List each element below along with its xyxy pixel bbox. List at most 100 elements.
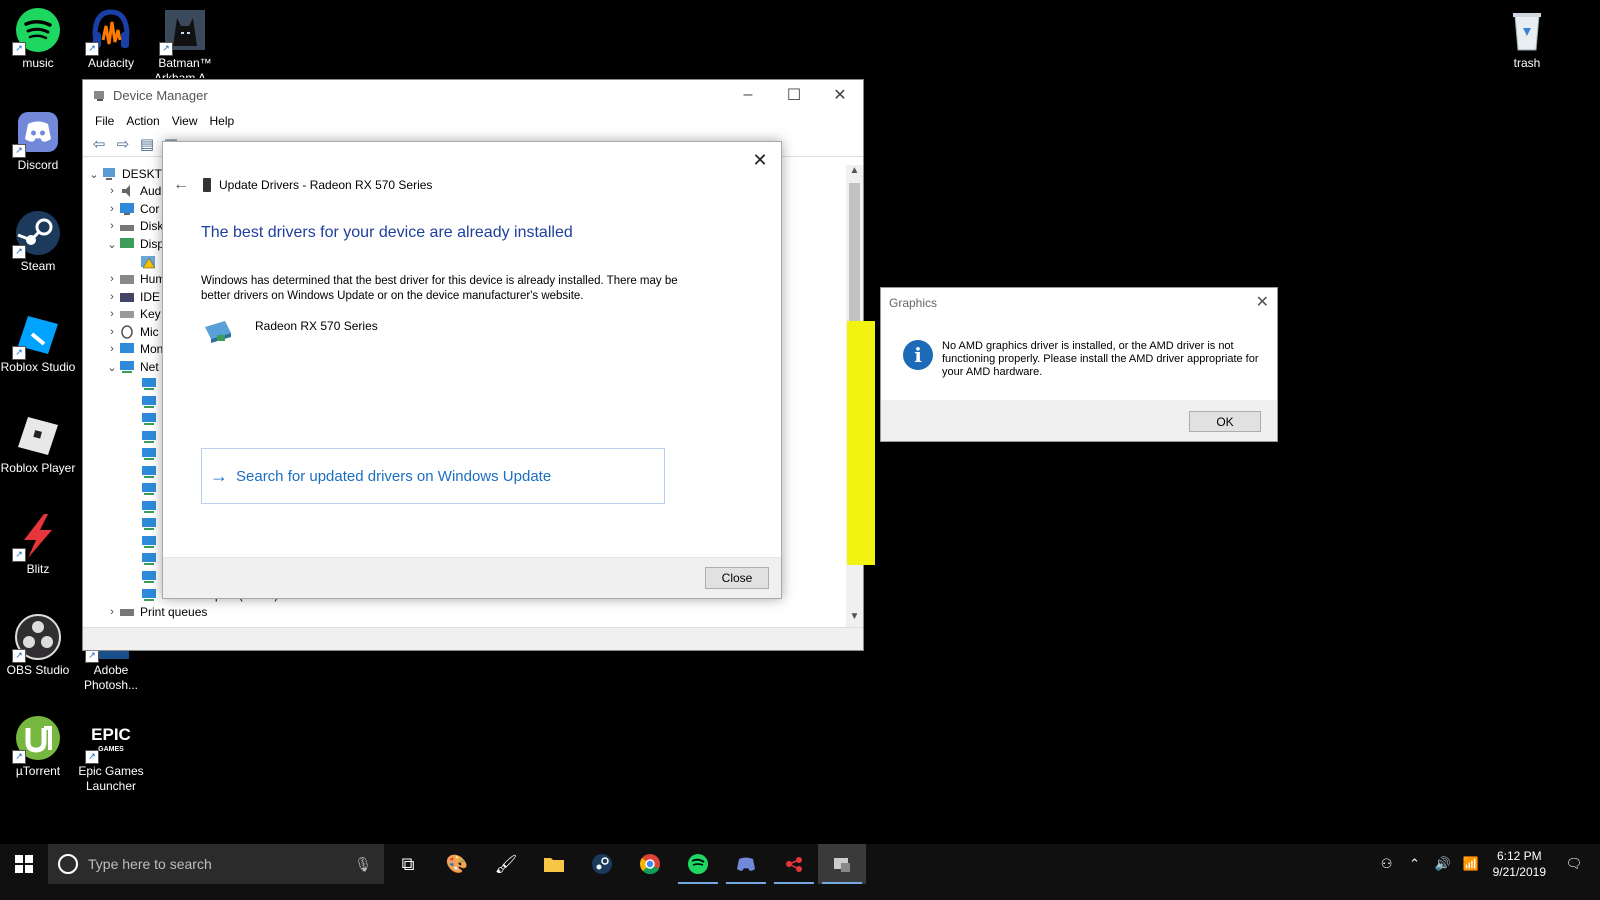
- keyboard-icon: [120, 275, 134, 284]
- tree-item-warning-device[interactable]: [141, 253, 162, 271]
- dialog-close-icon[interactable]: ✕: [745, 146, 775, 174]
- tree-item[interactable]: ⌄ Net: [105, 358, 158, 376]
- tree-item[interactable]: › Cor: [105, 200, 159, 218]
- chevron-up-icon[interactable]: ⌃: [1403, 856, 1427, 872]
- menu-action[interactable]: Action: [120, 114, 165, 128]
- tree-item[interactable]: › Key: [105, 305, 161, 323]
- desktop-icon-obs[interactable]: ↗ OBS Studio: [0, 607, 76, 678]
- device-manager-titlebar[interactable]: Device Manager – ☐ ✕: [83, 80, 863, 110]
- steam-taskbar-icon[interactable]: [578, 844, 626, 884]
- volume-icon[interactable]: 🔊: [1431, 856, 1455, 872]
- close-button[interactable]: ✕: [817, 80, 863, 110]
- close-icon[interactable]: ✕: [1256, 292, 1269, 312]
- desktop-icon-steam[interactable]: ↗ Steam: [0, 203, 76, 274]
- graphics-dialog-title: Graphics: [889, 296, 938, 310]
- device-name: Radeon RX 570 Series: [255, 319, 378, 333]
- paint-icon[interactable]: 🎨: [433, 844, 481, 884]
- maximize-button[interactable]: ☐: [771, 80, 817, 110]
- scroll-down-icon[interactable]: ▼: [846, 611, 863, 627]
- action-center-icon[interactable]: 🗨: [1562, 856, 1586, 872]
- file-explorer-icon[interactable]: [530, 844, 578, 884]
- menu-view[interactable]: View: [166, 114, 204, 128]
- chevron-right-icon[interactable]: ›: [105, 203, 119, 215]
- chevron-right-icon[interactable]: ›: [105, 326, 119, 338]
- desktop-icon-epic-games[interactable]: EPIC GAMES ↗ Epic Games Launcher: [73, 708, 149, 794]
- desktop-icon-utorrent[interactable]: ↗ µTorrent: [0, 708, 76, 779]
- forward-arrow-icon[interactable]: ⇨: [113, 135, 133, 153]
- minimize-button[interactable]: –: [725, 80, 771, 110]
- chevron-right-icon[interactable]: ›: [105, 291, 119, 303]
- chevron-down-icon[interactable]: ⌄: [105, 361, 119, 374]
- search-windows-update-link[interactable]: → Search for updated drivers on Windows …: [201, 448, 665, 504]
- network-adapter-row[interactable]: [141, 533, 162, 551]
- blitz-taskbar-icon[interactable]: [770, 844, 818, 884]
- network-adapter-row[interactable]: [141, 515, 162, 533]
- network-adapter-row[interactable]: [141, 498, 162, 516]
- start-button[interactable]: [0, 844, 48, 884]
- desktop-icon-batman[interactable]: ↗ Batman™ Arkham A...: [147, 0, 223, 78]
- network-adapter-row[interactable]: [141, 445, 162, 463]
- audio-icon: [122, 185, 130, 197]
- microphone-icon[interactable]: 🎙: [354, 856, 372, 873]
- paint3d-icon[interactable]: 🖌: [482, 844, 530, 884]
- network-adapter-row[interactable]: [141, 480, 162, 498]
- network-adapter-icon: [142, 430, 156, 443]
- audacity-icon: ↗: [85, 6, 135, 56]
- printer-icon: [120, 609, 134, 616]
- tree-item-print-queues[interactable]: › Print queues: [105, 603, 207, 621]
- network-adapter-row[interactable]: [141, 428, 162, 446]
- tree-item[interactable]: › Mon: [105, 340, 163, 358]
- desktop-icon-music[interactable]: ↗ music: [0, 0, 76, 71]
- menu-help[interactable]: Help: [204, 114, 241, 128]
- desktop-icon-roblox-player[interactable]: Roblox Player: [0, 405, 76, 476]
- chevron-down-icon[interactable]: ⌄: [105, 238, 119, 251]
- chevron-right-icon[interactable]: ›: [105, 343, 119, 355]
- network-wifi-icon[interactable]: 📶: [1459, 856, 1483, 872]
- chevron-right-icon[interactable]: ›: [105, 308, 119, 320]
- task-view-icon[interactable]: ⧉: [384, 844, 432, 884]
- chevron-right-icon[interactable]: ›: [105, 606, 119, 618]
- tree-item[interactable]: › Disk: [105, 217, 163, 235]
- desktop-icon-discord[interactable]: ↗ Discord: [0, 102, 76, 173]
- network-adapter-row[interactable]: [141, 393, 162, 411]
- back-arrow-icon[interactable]: ←: [173, 176, 189, 194]
- properties-icon[interactable]: ▤: [137, 135, 157, 153]
- network-adapter-row[interactable]: [141, 568, 162, 586]
- network-adapter-row[interactable]: [141, 463, 162, 481]
- people-icon[interactable]: ⚇: [1375, 856, 1399, 872]
- network-adapter-row[interactable]: [141, 410, 162, 428]
- taskbar-search[interactable]: Type here to search 🎙: [48, 844, 384, 884]
- chevron-right-icon[interactable]: ›: [105, 273, 119, 285]
- discord-taskbar-icon[interactable]: [722, 844, 770, 884]
- chevron-right-icon[interactable]: ›: [105, 185, 119, 197]
- network-adapter-row[interactable]: [141, 550, 162, 568]
- desktop-icon-trash[interactable]: trash: [1489, 0, 1565, 71]
- clock-date: 9/21/2019: [1492, 865, 1546, 879]
- spotify-taskbar-icon[interactable]: [674, 844, 722, 884]
- tree-item[interactable]: › Mic: [105, 323, 159, 341]
- update-drivers-dialog: ✕ ← Update Drivers - Radeon RX 570 Serie…: [162, 141, 782, 599]
- tree-item[interactable]: › Hum: [105, 270, 165, 288]
- close-button[interactable]: Close: [705, 567, 769, 589]
- clock[interactable]: 6:12 PM 9/21/2019: [1493, 848, 1546, 880]
- tree-item[interactable]: ⌄ Disp: [105, 235, 164, 253]
- menu-file[interactable]: File: [89, 114, 120, 128]
- cortana-icon: [58, 854, 78, 874]
- desktop-icon-blitz[interactable]: ↗ Blitz: [0, 506, 76, 577]
- network-adapter-icon: [142, 448, 156, 460]
- device-manager-taskbar-icon[interactable]: [818, 844, 866, 884]
- network-adapter-row[interactable]: [141, 375, 162, 393]
- network-adapter-icon: [142, 483, 156, 495]
- scroll-up-icon[interactable]: ▲: [846, 165, 863, 181]
- chevron-right-icon[interactable]: ›: [105, 220, 119, 232]
- arrow-right-icon: →: [210, 465, 228, 486]
- chevron-down-icon[interactable]: ⌄: [87, 168, 101, 181]
- dialog-header: ← Update Drivers - Radeon RX 570 Series: [173, 176, 432, 194]
- tree-item[interactable]: › IDE: [105, 288, 160, 306]
- desktop-icon-audacity[interactable]: ↗ Audacity: [73, 0, 149, 71]
- desktop-icon-roblox-studio[interactable]: ↗ Roblox Studio: [0, 304, 76, 375]
- chrome-icon[interactable]: [626, 844, 674, 884]
- back-arrow-icon[interactable]: ⇦: [89, 135, 109, 153]
- ok-button[interactable]: OK: [1189, 411, 1261, 432]
- tree-item[interactable]: › Aud: [105, 182, 161, 200]
